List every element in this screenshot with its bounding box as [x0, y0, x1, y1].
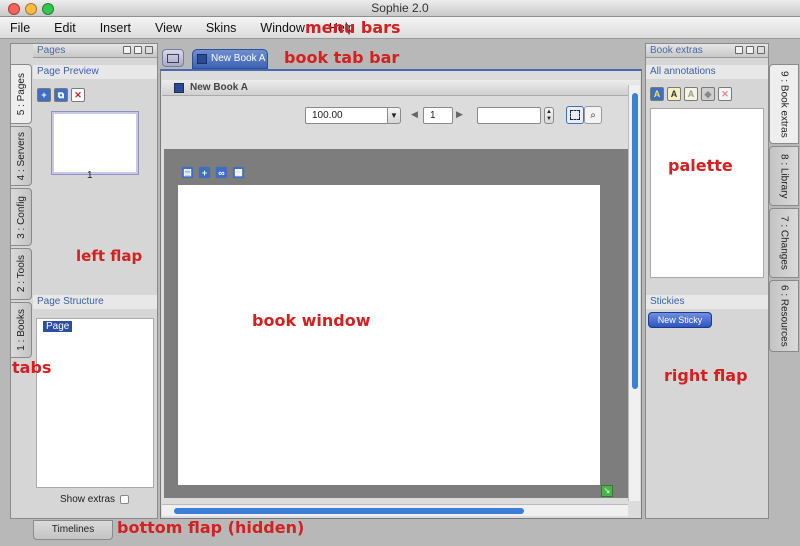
- annotation-bottom-flap: bottom flap (hidden): [117, 518, 305, 537]
- annotation-style-icon[interactable]: A: [667, 87, 681, 101]
- book-page[interactable]: [178, 185, 600, 485]
- page-structure-header: Page Structure: [33, 295, 157, 309]
- page-structure-tree: Page: [36, 318, 154, 488]
- show-extras-checkbox[interactable]: [120, 495, 130, 504]
- book-tab-new-book-a[interactable]: New Book A: [192, 49, 268, 69]
- book-tab-label: New Book A: [211, 53, 266, 64]
- zoom-magnifier-icon[interactable]: ⌕: [584, 106, 602, 124]
- annotation-left-flap: left flap: [76, 247, 143, 265]
- tab-pages[interactable]: 5 : Pages: [10, 64, 32, 124]
- select-rect-icon[interactable]: [566, 106, 584, 124]
- menu-insert[interactable]: Insert: [100, 21, 131, 35]
- all-annotations-title: All annotations: [650, 66, 716, 77]
- stickies-header: Stickies: [646, 295, 768, 309]
- book-window-header: New Book A: [162, 80, 640, 96]
- tab-library[interactable]: 8 : Library: [769, 146, 799, 206]
- pin-icon[interactable]: [735, 46, 743, 54]
- annotation-palette: palette: [668, 156, 733, 175]
- structure-item-page[interactable]: Page: [43, 321, 73, 332]
- menu-view[interactable]: View: [155, 21, 182, 35]
- new-sticky-button[interactable]: New Sticky: [648, 312, 712, 328]
- page-preview-title: Page Preview: [37, 66, 99, 77]
- float-icon[interactable]: [134, 46, 142, 54]
- tab-servers[interactable]: 4 : Servers: [10, 126, 32, 186]
- desktop-toggle-icon[interactable]: [162, 49, 184, 67]
- menu-edit[interactable]: Edit: [54, 21, 76, 35]
- delete-page-icon[interactable]: ✕: [71, 88, 85, 102]
- close-window-button[interactable]: [8, 3, 20, 15]
- close-icon[interactable]: [757, 46, 765, 54]
- tab-timelines[interactable]: Timelines: [33, 520, 113, 540]
- page-preview-header: Page Preview: [33, 65, 157, 79]
- tab-changes[interactable]: 7 : Changes: [769, 208, 799, 278]
- pages-panel-controls: [123, 46, 153, 54]
- minimize-window-button[interactable]: [25, 3, 37, 15]
- annotation-right-flap: right flap: [664, 366, 748, 385]
- close-icon[interactable]: [145, 46, 153, 54]
- zoom-window-button[interactable]: [42, 3, 54, 15]
- pages-panel-title: Pages: [37, 45, 66, 56]
- book-window-title: New Book A: [190, 82, 248, 93]
- tab-tools[interactable]: 2 : Tools: [10, 248, 32, 300]
- tab-book-extras[interactable]: 9 : Book extras: [769, 64, 799, 144]
- tab-books[interactable]: 1 : Books: [10, 302, 32, 358]
- menu-window[interactable]: Window: [260, 21, 304, 35]
- all-annotations-header: All annotations: [646, 65, 768, 79]
- page-number-field[interactable]: 1: [423, 107, 453, 124]
- menu-file[interactable]: File: [10, 21, 30, 35]
- stickies-title: Stickies: [650, 296, 685, 307]
- annotation-link-icon[interactable]: ◆: [701, 87, 715, 101]
- canvas-toolbar: ▤ + ∞ ▦: [181, 166, 245, 179]
- tab-config[interactable]: 3 : Config: [10, 188, 32, 246]
- annotations-toolbar: A A A ◆ ✕: [650, 87, 732, 101]
- annotations-palette: [650, 108, 764, 278]
- zoom-dropdown-button[interactable]: ▼: [387, 107, 401, 124]
- title-bar: Sophie 2.0: [0, 0, 800, 17]
- page-icon[interactable]: ▤: [181, 166, 194, 179]
- page-number-label: 1: [87, 170, 93, 181]
- vertical-scroll-thumb[interactable]: [632, 93, 638, 389]
- size-stepper[interactable]: ▲ ▼: [544, 107, 554, 124]
- annotation-tabs: tabs: [12, 358, 52, 377]
- annotation-book-window: book window: [252, 311, 371, 330]
- zoom-field[interactable]: 100.00: [305, 107, 389, 124]
- page-structure-title: Page Structure: [37, 296, 104, 307]
- annotation-menu-bars: menu bars: [305, 18, 401, 37]
- properties-icon[interactable]: ▦: [232, 166, 245, 179]
- horizontal-scrollbar[interactable]: [162, 504, 628, 516]
- page-thumbnail[interactable]: [52, 112, 138, 174]
- book-extras-title: Book extras: [650, 45, 703, 56]
- add-annotation-icon[interactable]: A: [650, 87, 664, 101]
- book-extras-controls: [735, 46, 765, 54]
- size-field[interactable]: [477, 107, 541, 124]
- delete-annotation-icon[interactable]: ✕: [718, 87, 732, 101]
- window-title: Sophie 2.0: [371, 1, 429, 15]
- show-extras: Show extras: [60, 494, 130, 505]
- prev-page-arrow[interactable]: ◀: [411, 109, 418, 120]
- new-page-icon[interactable]: +: [37, 88, 51, 102]
- book-icon: [197, 54, 207, 64]
- book-icon: [174, 82, 184, 93]
- float-icon[interactable]: [746, 46, 754, 54]
- page-preview-toolbar: + ⧉ ✕: [37, 88, 85, 102]
- add-icon[interactable]: +: [198, 166, 211, 179]
- link-icon[interactable]: ∞: [215, 166, 228, 179]
- annotation-book-tab-bar: book tab bar: [284, 48, 400, 67]
- show-extras-label: Show extras: [60, 494, 116, 505]
- horizontal-scroll-thumb[interactable]: [174, 508, 524, 514]
- vertical-scrollbar[interactable]: [628, 85, 640, 501]
- resize-handle-icon[interactable]: ↘: [601, 485, 613, 497]
- tab-resources[interactable]: 6 : Resources: [769, 280, 799, 352]
- annotation-filter-icon[interactable]: A: [684, 87, 698, 101]
- pin-icon[interactable]: [123, 46, 131, 54]
- menu-skins[interactable]: Skins: [206, 21, 237, 35]
- next-page-arrow[interactable]: ▶: [456, 109, 463, 120]
- duplicate-page-icon[interactable]: ⧉: [54, 88, 68, 102]
